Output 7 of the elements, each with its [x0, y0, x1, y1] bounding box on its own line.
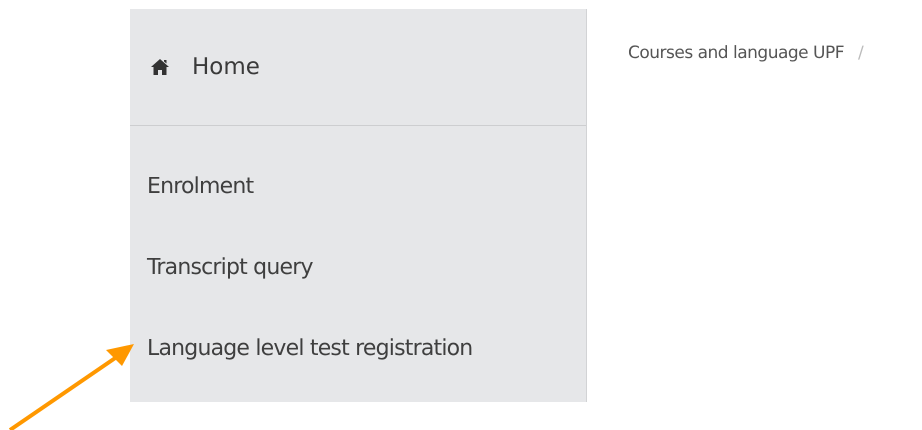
home-icon [150, 58, 170, 76]
home-link[interactable]: Home [130, 9, 586, 126]
breadcrumb-separator: / [858, 43, 864, 63]
sidebar-link[interactable]: Language level test registration [147, 332, 472, 366]
breadcrumb-link[interactable]: Courses and language UPF [628, 43, 844, 63]
sidebar-link[interactable]: Transcript query [147, 251, 313, 285]
sidebar-link[interactable]: Enrolment [147, 170, 254, 204]
